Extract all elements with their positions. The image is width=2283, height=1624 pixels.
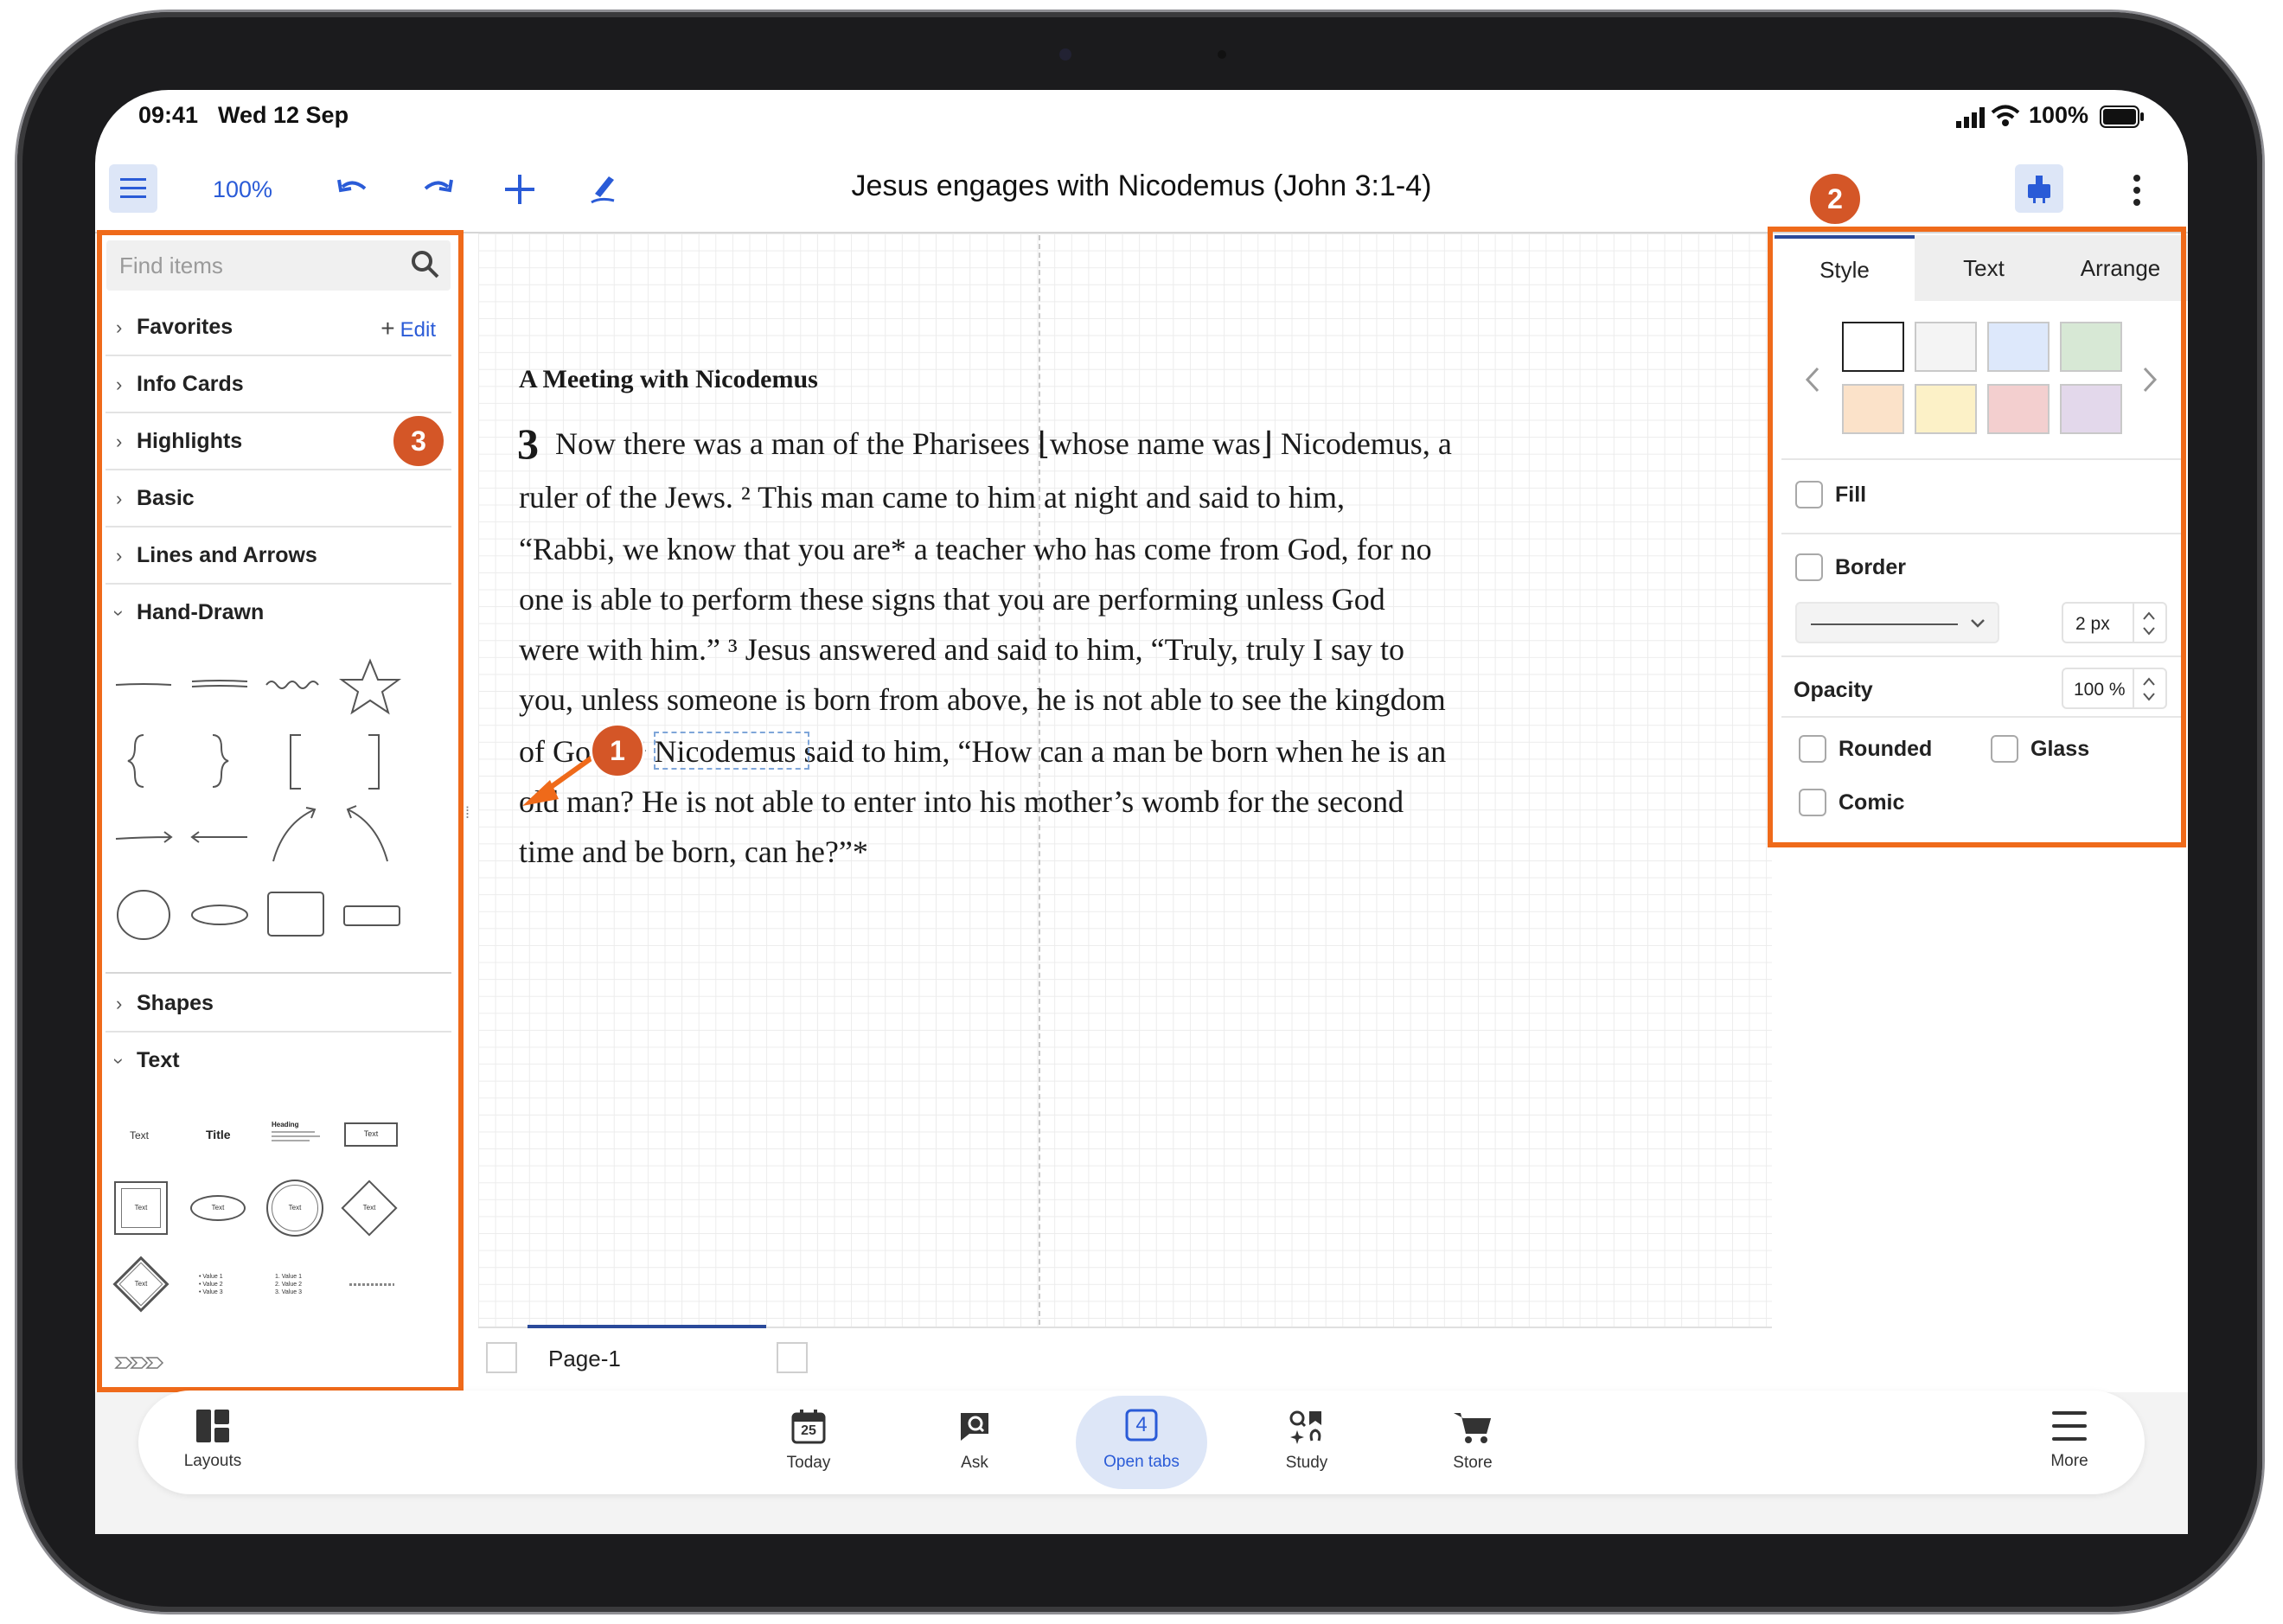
paint-brush-icon [2028, 176, 2050, 203]
calendar-date: 25 [801, 1423, 816, 1438]
nav-label: More [2050, 1452, 2088, 1470]
annotation-box-format-panel [1768, 227, 2186, 847]
chapter-number: 3 [517, 419, 539, 468]
battery-percent: 100% [2029, 102, 2089, 128]
nav-store[interactable]: Store [1416, 1410, 1529, 1473]
camera-sensor-secondary [1218, 50, 1226, 59]
document-title: Jesus engages with Nicodemus (John 3:1-4… [851, 169, 1432, 202]
cellular-signal-icon [1956, 107, 1985, 128]
verse-line: ruler of the Jews. ² This man came to hi… [519, 480, 1345, 515]
verse-line: Now there was a man of the Pharisees ⌊wh… [555, 426, 1452, 461]
cart-icon [1454, 1413, 1491, 1443]
nav-layouts[interactable]: Layouts [157, 1410, 269, 1471]
nav-open-tabs[interactable]: 4 Open tabs [1076, 1396, 1207, 1489]
status-time: 09:41 [138, 102, 199, 128]
verse-line: “Rabbi, we know that you are* a teacher … [519, 532, 1432, 566]
nav-label: Ask [961, 1454, 988, 1472]
selected-text-shape[interactable] [654, 732, 809, 770]
annotation-badge-3: 3 [391, 413, 446, 469]
tab-page-1[interactable]: Page-1 [528, 1325, 766, 1391]
pen-draw-icon[interactable] [588, 171, 617, 206]
nav-label: Store [1453, 1454, 1493, 1472]
canvas-resize-handle[interactable]: ⁞ [465, 804, 470, 822]
annotation-badge-2: 2 [1807, 171, 1863, 227]
nav-ask[interactable]: Ask [918, 1410, 1031, 1473]
diagram-canvas[interactable] [478, 233, 1772, 1327]
nav-study[interactable]: Study [1250, 1410, 1363, 1473]
study-icon [1289, 1410, 1321, 1444]
annotation-badge-1: 1 [590, 723, 645, 778]
page-selector[interactable] [486, 1342, 517, 1373]
ask-icon [961, 1413, 988, 1441]
sidebar-toggle-button[interactable] [109, 164, 157, 213]
status-date: Wed 12 Sep [218, 102, 349, 128]
annotation-box-left-panel [97, 230, 464, 1392]
open-tabs-count: 4 [1135, 1413, 1148, 1436]
format-panel-button[interactable] [2015, 164, 2063, 213]
verse-line: time and be born, can he?”* [519, 834, 868, 869]
page-tab-label: Page-1 [548, 1346, 621, 1371]
page-break-guide [1039, 235, 1040, 1325]
nav-label: Open tabs [1103, 1453, 1180, 1471]
verse-line: you, unless someone is born from above, … [519, 682, 1446, 717]
more-options-icon[interactable] [2133, 173, 2141, 208]
verse-line: were with him.” ³ Jesus answered and sai… [519, 632, 1404, 667]
add-page-button[interactable] [777, 1342, 808, 1373]
nav-today[interactable]: 25 Today [752, 1410, 865, 1473]
redo-icon[interactable] [420, 176, 455, 202]
add-icon[interactable] [503, 173, 536, 206]
undo-icon[interactable] [336, 176, 370, 202]
zoom-level-button[interactable]: 100% [213, 176, 272, 203]
nav-label: Study [1285, 1454, 1328, 1472]
menu-icon [120, 178, 146, 198]
nav-more[interactable]: More [2013, 1410, 2126, 1471]
nav-label: Layouts [183, 1452, 242, 1470]
verse-line: one is able to perform these signs that … [519, 582, 1385, 617]
battery-icon [2100, 105, 2144, 128]
nav-label: Today [786, 1454, 831, 1472]
verse-line: old man? He is not able to enter into hi… [519, 784, 1404, 819]
passage-heading: A Meeting with Nicodemus [519, 365, 818, 393]
wifi-icon [1991, 105, 2020, 126]
camera-sensor [1059, 48, 1071, 61]
layouts-icon [196, 1410, 229, 1442]
menu-icon [2052, 1411, 2087, 1441]
